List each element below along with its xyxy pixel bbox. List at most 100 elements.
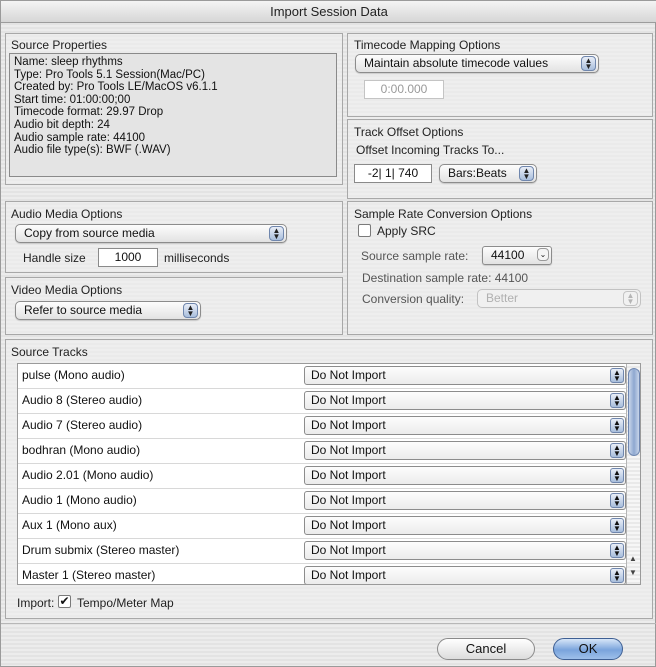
popup-arrows-icon: ▲ ▼ bbox=[610, 493, 624, 508]
track-import-select[interactable]: Do Not Import ▲ ▼ bbox=[304, 491, 626, 510]
track-name: Audio 1 (Mono audio) bbox=[22, 493, 137, 507]
track-name: Audio 2.01 (Mono audio) bbox=[22, 468, 154, 482]
track-import-action: Do Not Import bbox=[311, 518, 386, 532]
source-sample-rate-value: 44100 bbox=[491, 248, 525, 262]
popup-arrows-icon: ▲ ▼ bbox=[610, 368, 624, 383]
import-session-data-dialog: Import Session Data Source Properties Na… bbox=[0, 0, 656, 667]
popup-arrows-icon: ▲ ▼ bbox=[581, 56, 596, 71]
track-row: Drum submix (Stereo master) Do Not Import… bbox=[18, 539, 640, 564]
footer-separator bbox=[1, 623, 656, 624]
timecode-mapping-select[interactable]: Maintain absolute timecode values ▲ ▼ bbox=[355, 54, 599, 73]
source-property-line: Timecode format: 29.97 Drop bbox=[14, 106, 164, 119]
popup-arrows-icon: ▲ ▼ bbox=[610, 543, 624, 558]
track-row: pulse (Mono audio) Do Not Import ▲ ▼ bbox=[18, 364, 640, 389]
track-offset-field[interactable]: -2| 1| 740 bbox=[354, 164, 432, 183]
source-tracks-title: Source Tracks bbox=[11, 345, 88, 359]
source-properties-text: Name: sleep rhythms Type: Pro Tools 5.1 S… bbox=[9, 53, 337, 177]
track-import-select[interactable]: Do Not Import ▲ ▼ bbox=[304, 541, 626, 560]
track-offset-unit-select[interactable]: Bars:Beats ▲ ▼ bbox=[439, 164, 537, 183]
timecode-mapping-title: Timecode Mapping Options bbox=[354, 38, 501, 52]
source-tracks-list: pulse (Mono audio) Do Not Import ▲ ▼ Audio 8… bbox=[17, 363, 641, 585]
handle-size-field[interactable]: 1000 bbox=[98, 248, 158, 267]
track-row: Aux 1 (Mono aux) Do Not Import ▲ ▼ bbox=[18, 514, 640, 539]
track-import-action: Do Not Import bbox=[311, 493, 386, 507]
track-import-action: Do Not Import bbox=[311, 468, 386, 482]
track-import-select[interactable]: Do Not Import ▲ ▼ bbox=[304, 566, 626, 584]
track-name: Drum submix (Stereo master) bbox=[22, 543, 180, 557]
track-name: Master 1 (Stereo master) bbox=[22, 568, 156, 582]
tracks-scrollbar[interactable]: ▲ ▼ bbox=[626, 364, 640, 584]
track-import-action: Do Not Import bbox=[311, 418, 386, 432]
import-label: Import: bbox=[17, 596, 55, 610]
apply-src-checkbox[interactable] bbox=[358, 224, 371, 237]
handle-size-unit: milliseconds bbox=[164, 251, 230, 265]
track-offset-caption: Offset Incoming Tracks To... bbox=[356, 143, 505, 157]
track-name: Audio 8 (Stereo audio) bbox=[22, 393, 143, 407]
handle-size-label: Handle size bbox=[23, 251, 86, 265]
track-import-action: Do Not Import bbox=[311, 543, 386, 557]
track-name: Audio 7 (Stereo audio) bbox=[22, 418, 143, 432]
track-import-select[interactable]: Do Not Import ▲ ▼ bbox=[304, 416, 626, 435]
track-name: Aux 1 (Mono aux) bbox=[22, 518, 117, 532]
track-import-action: Do Not Import bbox=[311, 393, 386, 407]
source-property-line: Audio bit depth: 24 bbox=[14, 118, 110, 131]
chevron-down-icon: ⌄ bbox=[537, 248, 549, 261]
popup-arrows-icon: ▲ ▼ bbox=[610, 518, 624, 533]
track-row: Audio 8 (Stereo audio) Do Not Import ▲ ▼ bbox=[18, 389, 640, 414]
track-import-select[interactable]: Do Not Import ▲ ▼ bbox=[304, 466, 626, 485]
audio-media-select[interactable]: Copy from source media ▲ ▼ bbox=[15, 224, 287, 243]
source-property-line: Audio file type(s): BWF (.WAV) bbox=[14, 144, 171, 157]
video-media-title: Video Media Options bbox=[11, 283, 123, 297]
popup-arrows-icon: ▲ ▼ bbox=[610, 418, 624, 433]
scroll-up-icon[interactable]: ▲ bbox=[629, 554, 637, 563]
video-media-selected: Refer to source media bbox=[24, 303, 143, 317]
sample-rate-title: Sample Rate Conversion Options bbox=[354, 207, 533, 221]
track-offset-unit: Bars:Beats bbox=[448, 166, 507, 180]
track-name: pulse (Mono audio) bbox=[22, 368, 125, 382]
timecode-mapping-selected: Maintain absolute timecode values bbox=[364, 56, 549, 70]
track-name: bodhran (Mono audio) bbox=[22, 443, 141, 457]
track-import-select[interactable]: Do Not Import ▲ ▼ bbox=[304, 391, 626, 410]
conversion-quality-label: Conversion quality: bbox=[362, 292, 465, 306]
track-import-select[interactable]: Do Not Import ▲ ▼ bbox=[304, 516, 626, 535]
source-properties-title: Source Properties bbox=[11, 38, 108, 52]
popup-arrows-icon: ▲ ▼ bbox=[610, 443, 624, 458]
source-property-line: Name: sleep rhythms bbox=[14, 56, 123, 68]
source-property-line: Audio sample rate: 44100 bbox=[14, 131, 146, 144]
popup-arrows-icon: ▲ ▼ bbox=[519, 166, 534, 181]
popup-arrows-icon: ▲ ▼ bbox=[610, 568, 624, 583]
source-property-line: Start time: 01:00:00;00 bbox=[14, 93, 131, 106]
track-row: Audio 1 (Mono audio) Do Not Import ▲ ▼ bbox=[18, 489, 640, 514]
popup-arrows-icon: ▲ ▼ bbox=[269, 226, 284, 241]
track-row: Audio 2.01 (Mono audio) Do Not Import ▲ ▼ bbox=[18, 464, 640, 489]
track-import-select[interactable]: Do Not Import ▲ ▼ bbox=[304, 366, 626, 385]
cancel-button[interactable]: Cancel bbox=[437, 638, 535, 660]
timecode-value-field[interactable]: 0:00.000 bbox=[364, 80, 444, 99]
scroll-down-icon[interactable]: ▼ bbox=[629, 568, 637, 577]
source-sample-rate-select[interactable]: 44100 ⌄ bbox=[482, 246, 552, 265]
ok-button[interactable]: OK bbox=[553, 638, 623, 660]
popup-arrows-icon: ▲ ▼ bbox=[183, 303, 198, 318]
track-import-select[interactable]: Do Not Import ▲ ▼ bbox=[304, 441, 626, 460]
video-media-select[interactable]: Refer to source media ▲ ▼ bbox=[15, 301, 201, 320]
tempo-meter-label: Tempo/Meter Map bbox=[77, 596, 174, 610]
tempo-meter-checkbox[interactable]: ✔ bbox=[58, 595, 71, 608]
track-rows: pulse (Mono audio) Do Not Import ▲ ▼ Audio 8… bbox=[18, 364, 640, 584]
popup-arrows-icon: ▲ ▼ bbox=[623, 291, 638, 306]
apply-src-label: Apply SRC bbox=[377, 224, 436, 238]
sample-rate-panel bbox=[347, 201, 653, 335]
track-import-action: Do Not Import bbox=[311, 568, 386, 582]
track-import-action: Do Not Import bbox=[311, 368, 386, 382]
audio-media-selected: Copy from source media bbox=[24, 226, 155, 240]
track-row: Audio 7 (Stereo audio) Do Not Import ▲ ▼ bbox=[18, 414, 640, 439]
track-import-action: Do Not Import bbox=[311, 443, 386, 457]
destination-sample-rate-label: Destination sample rate: 44100 bbox=[362, 271, 529, 285]
track-row: bodhran (Mono audio) Do Not Import ▲ ▼ bbox=[18, 439, 640, 464]
audio-media-title: Audio Media Options bbox=[11, 207, 123, 221]
source-property-line: Created by: Pro Tools LE/MacOS v6.1.1 bbox=[14, 81, 218, 94]
track-row: Master 1 (Stereo master) Do Not Import ▲ ▼ bbox=[18, 564, 640, 584]
scrollbar-thumb[interactable] bbox=[628, 368, 640, 456]
conversion-quality-select[interactable]: Better ▲ ▼ bbox=[477, 289, 641, 308]
popup-arrows-icon: ▲ ▼ bbox=[610, 468, 624, 483]
conversion-quality-value: Better bbox=[486, 291, 519, 305]
